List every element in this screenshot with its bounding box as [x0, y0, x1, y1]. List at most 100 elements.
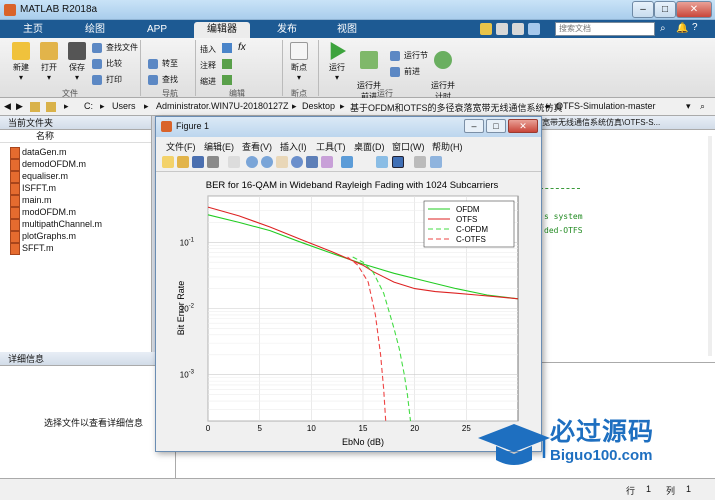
run-section-button[interactable]: 运行节	[390, 50, 428, 62]
editor-scrollbar[interactable]	[708, 136, 712, 356]
current-folder-panel: 当前文件夹 名称 dataGen.m demodOFDM.m equaliser…	[0, 116, 152, 352]
open-button[interactable]: 打开 ▾	[36, 42, 62, 82]
address-dropdown-icon[interactable]: ▾	[686, 101, 691, 112]
brush-icon[interactable]	[321, 156, 333, 168]
figure-maximize-button[interactable]: □	[486, 119, 506, 133]
zoom-out-icon[interactable]	[261, 156, 273, 168]
goto-button[interactable]: 转至	[148, 58, 178, 70]
name-column-header[interactable]: 名称	[0, 130, 151, 143]
compare-button[interactable]: 比较	[92, 58, 122, 70]
path-segment[interactable]: 基于OFDM和OTFS的多径衰落宽带无线通信系统仿真	[350, 101, 563, 114]
new-figure-icon[interactable]	[162, 156, 174, 168]
file-item[interactable]: equaliser.m	[10, 170, 68, 183]
tab-view[interactable]: 视图	[322, 22, 372, 38]
maximize-button[interactable]: □	[654, 1, 676, 18]
print-button[interactable]: 打印	[92, 74, 122, 86]
tab-publish[interactable]: 发布	[262, 22, 312, 38]
file-item[interactable]: modOFDM.m	[10, 206, 76, 219]
x-tick-label: 20	[410, 424, 419, 433]
editor-panel[interactable]: 宽带无线通信系统仿真\OTFS-S... s system ded-OTFS	[540, 116, 715, 362]
code-section-divider	[540, 188, 580, 189]
pan-icon[interactable]	[276, 156, 288, 168]
code-comment: s system	[544, 212, 583, 221]
figure-minimize-button[interactable]: –	[464, 119, 484, 133]
path-segment[interactable]: Users	[112, 101, 136, 111]
tab-plots[interactable]: 绘图	[70, 22, 120, 38]
save-icon	[68, 42, 86, 60]
show-plot-tools-icon[interactable]	[430, 156, 442, 168]
search-input[interactable]: 搜索文档	[555, 22, 655, 36]
run-and-time-button[interactable]: 运行并 计时	[428, 42, 458, 102]
colorbar-icon[interactable]	[376, 156, 388, 168]
close-button[interactable]: ✕	[676, 1, 712, 18]
undo-icon[interactable]	[528, 23, 540, 35]
notification-icon[interactable]: 🔔	[676, 23, 688, 34]
fx-button[interactable]: fx	[238, 42, 246, 53]
legend-icon[interactable]	[392, 156, 404, 168]
comment-button[interactable]: 注释	[200, 60, 216, 71]
legend-label: OTFS	[456, 215, 477, 224]
file-item[interactable]: ISFFT.m	[10, 182, 56, 195]
ribbon-tabs: 主页 绘图 APP 编辑器 发布 视图 搜索文档 ⌕ 🔔 ?	[0, 20, 715, 38]
new-icon	[12, 42, 30, 60]
search-icon[interactable]: ⌕	[660, 23, 666, 34]
run-button[interactable]: 运行 ▾	[324, 42, 350, 82]
breakpoint-icon	[290, 42, 308, 60]
save-figure-icon[interactable]	[192, 156, 204, 168]
figure-close-button[interactable]: ✕	[508, 119, 538, 133]
minimize-button[interactable]: –	[632, 1, 654, 18]
file-item[interactable]: dataGen.m	[10, 146, 67, 159]
x-tick-label: 5	[257, 424, 262, 433]
legend-label: OFDM	[456, 205, 480, 214]
print-figure-icon[interactable]	[207, 156, 219, 168]
tab-home[interactable]: 主页	[8, 22, 58, 38]
chart-legend[interactable]: OFDMOTFSC-OFDMC-OTFS	[423, 200, 515, 248]
forward-icon[interactable]: ▶	[16, 101, 23, 112]
file-item[interactable]: multipathChannel.m	[10, 218, 102, 231]
figure-window[interactable]: Figure 1 – □ ✕ 文件(F) 编辑(E) 查看(V) 插入(I) 工…	[155, 116, 542, 452]
tab-apps[interactable]: APP	[132, 22, 182, 38]
insert-button[interactable]: 插入	[200, 44, 216, 55]
back-icon[interactable]: ◀	[4, 101, 11, 112]
x-tick-label: 0	[206, 424, 211, 433]
indent-button[interactable]: 缩进	[200, 76, 216, 87]
hide-plot-tools-icon[interactable]	[414, 156, 426, 168]
new-button[interactable]: 新建 ▾	[8, 42, 34, 82]
breakpoints-button[interactable]: 断点 ▾	[286, 42, 312, 82]
col-value: 1	[686, 484, 692, 494]
zoom-in-icon[interactable]	[246, 156, 258, 168]
y-axis-label: Bit Error Rate	[176, 281, 186, 336]
watermark-logo: 必过源码 Biguo100.com	[478, 410, 715, 478]
y-tick-label: 10-1	[180, 237, 195, 247]
copy-icon[interactable]	[512, 23, 524, 35]
logo-text: 必过源码	[550, 418, 655, 446]
address-bar[interactable]: ◀ ▶ ▸ C: ▸ Users ▸ Administrator.WIN7U-2…	[0, 98, 715, 116]
file-item[interactable]: main.m	[10, 194, 52, 207]
legend-label: C-OTFS	[456, 235, 486, 244]
find-files-button[interactable]: 查找文件	[92, 42, 138, 54]
rotate-3d-icon[interactable]	[291, 156, 303, 168]
path-segment[interactable]: OTFS-Simulation-master	[556, 101, 656, 111]
tab-editor[interactable]: 编辑器	[194, 22, 250, 38]
help-icon[interactable]: ?	[692, 22, 698, 33]
address-search-icon[interactable]: ⌕	[700, 101, 705, 112]
pointer-icon[interactable]	[228, 156, 240, 168]
save-button[interactable]: 保存 ▾	[64, 42, 90, 82]
path-segment[interactable]: Desktop	[302, 101, 335, 111]
file-item[interactable]: demodOFDM.m	[10, 158, 86, 171]
find-button[interactable]: 查找	[148, 74, 178, 86]
browse-folder-icon[interactable]	[46, 102, 56, 112]
advance-button[interactable]: 前进	[390, 66, 420, 78]
logo-url: Biguo100.com	[550, 447, 653, 464]
cut-icon[interactable]	[496, 23, 508, 35]
file-item[interactable]: plotGraphs.m	[10, 230, 76, 243]
path-segment[interactable]: C:	[84, 101, 93, 111]
data-cursor-icon[interactable]	[306, 156, 318, 168]
open-file-icon[interactable]	[177, 156, 189, 168]
link-plot-icon[interactable]	[341, 156, 353, 168]
folder-up-icon[interactable]	[30, 102, 40, 112]
file-item[interactable]: SFFT.m	[10, 242, 54, 255]
save-quick-icon[interactable]	[480, 23, 492, 35]
path-segment[interactable]: Administrator.WIN7U-20180127Z	[156, 101, 289, 111]
ribbon-toolbar: 新建 ▾ 打开 ▾ 保存 ▾ 查找文件 比较 打印 文件 转至 查找 导航 插入 注释…	[0, 38, 715, 101]
